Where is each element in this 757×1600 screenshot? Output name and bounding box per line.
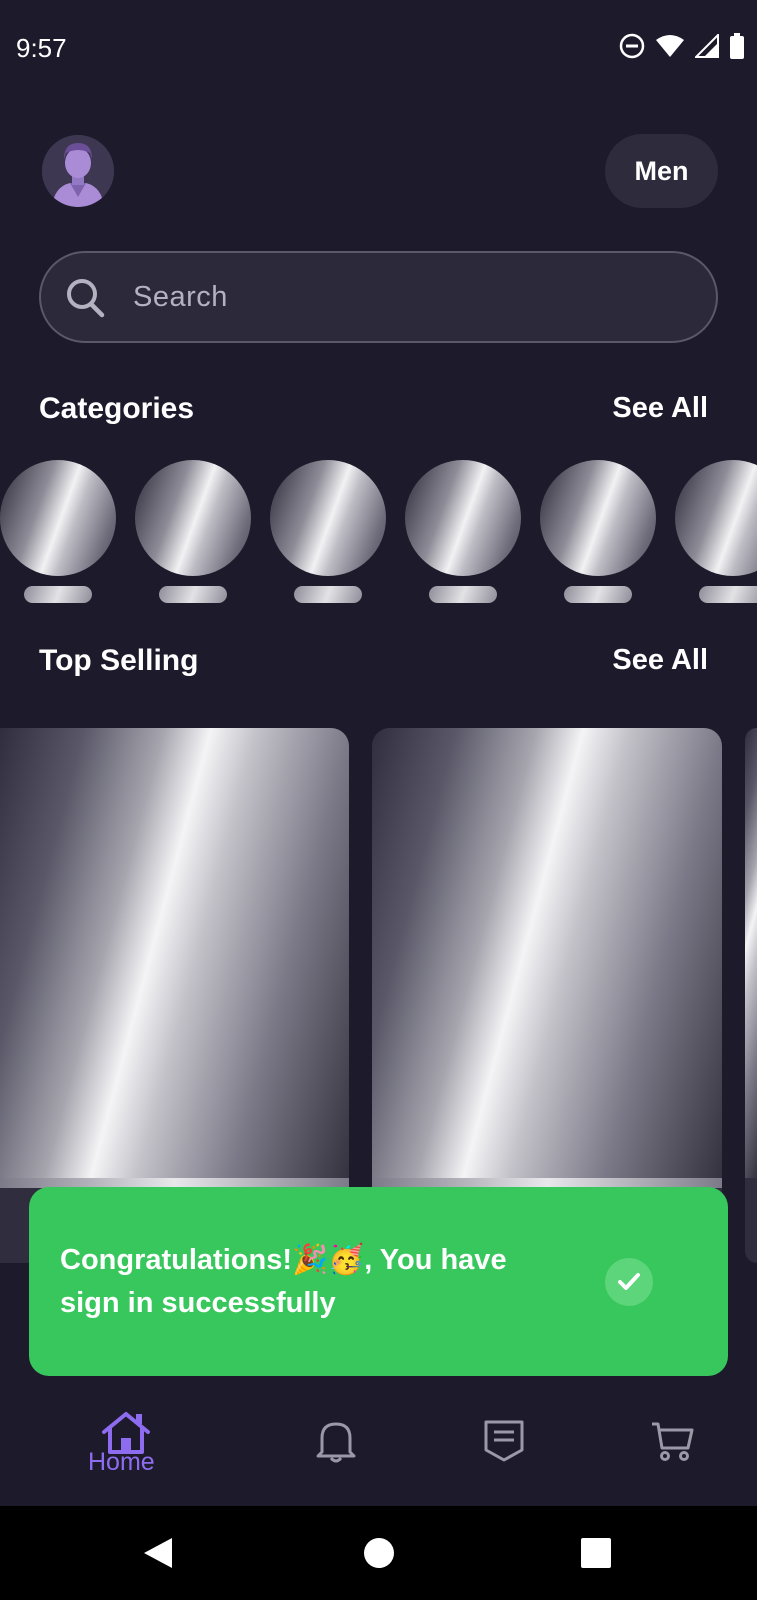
bell-icon	[314, 1422, 358, 1468]
product-image	[745, 728, 757, 1178]
status-icons	[619, 32, 745, 64]
category-item[interactable]	[0, 460, 116, 603]
user-avatar[interactable]	[42, 135, 114, 207]
status-time: 9:57	[16, 33, 67, 63]
nav-orders[interactable]	[482, 1418, 526, 1469]
search-bar[interactable]	[39, 251, 718, 343]
category-item[interactable]	[540, 460, 656, 603]
wifi-icon	[655, 34, 685, 63]
category-label-placeholder	[24, 586, 92, 603]
nav-cart[interactable]	[650, 1418, 696, 1469]
category-image	[270, 460, 386, 576]
product-card[interactable]	[745, 728, 757, 1263]
system-navigation-bar	[0, 1506, 757, 1600]
category-label-placeholder	[564, 586, 632, 603]
product-card[interactable]	[0, 728, 349, 1263]
category-image	[405, 460, 521, 576]
category-label-placeholder	[294, 586, 362, 603]
search-input[interactable]	[133, 253, 693, 341]
receipt-icon	[482, 1420, 526, 1468]
product-image	[0, 728, 349, 1178]
category-label-placeholder	[159, 586, 227, 603]
category-image	[135, 460, 251, 576]
search-icon	[65, 277, 107, 319]
check-icon	[605, 1258, 653, 1306]
signal-icon	[693, 32, 719, 63]
do-not-disturb-icon	[619, 33, 645, 64]
gender-selector-button[interactable]: Men	[605, 134, 718, 208]
category-label-placeholder	[429, 586, 497, 603]
bottom-navigation: Home	[0, 1376, 757, 1506]
category-label-placeholder	[699, 586, 757, 603]
battery-icon	[729, 32, 745, 64]
status-bar: 9:57	[0, 0, 757, 96]
product-card[interactable]	[372, 728, 722, 1263]
nav-home-label: Home	[88, 1448, 155, 1476]
category-image	[540, 460, 656, 576]
success-toast: Congratulations!🎉🥳, You have sign in suc…	[29, 1187, 728, 1376]
nav-notifications[interactable]	[314, 1418, 358, 1469]
category-image	[0, 460, 116, 576]
category-image	[675, 460, 757, 576]
category-item[interactable]	[270, 460, 386, 603]
toast-message: Congratulations!🎉🥳, You have sign in suc…	[60, 1244, 507, 1319]
categories-title: Categories	[39, 392, 195, 425]
top-selling-title: Top Selling	[39, 644, 199, 677]
category-item[interactable]	[405, 460, 521, 603]
top-selling-see-all-link[interactable]: See All	[612, 644, 708, 677]
categories-see-all-link[interactable]: See All	[612, 392, 708, 425]
home-circle-icon[interactable]	[363, 1537, 395, 1574]
category-item[interactable]	[135, 460, 251, 603]
product-image	[372, 728, 722, 1178]
cart-icon	[650, 1422, 696, 1468]
category-item[interactable]	[675, 460, 757, 603]
back-icon[interactable]	[142, 1536, 174, 1575]
user-avatar-icon	[42, 135, 114, 207]
recents-icon[interactable]	[581, 1538, 611, 1573]
